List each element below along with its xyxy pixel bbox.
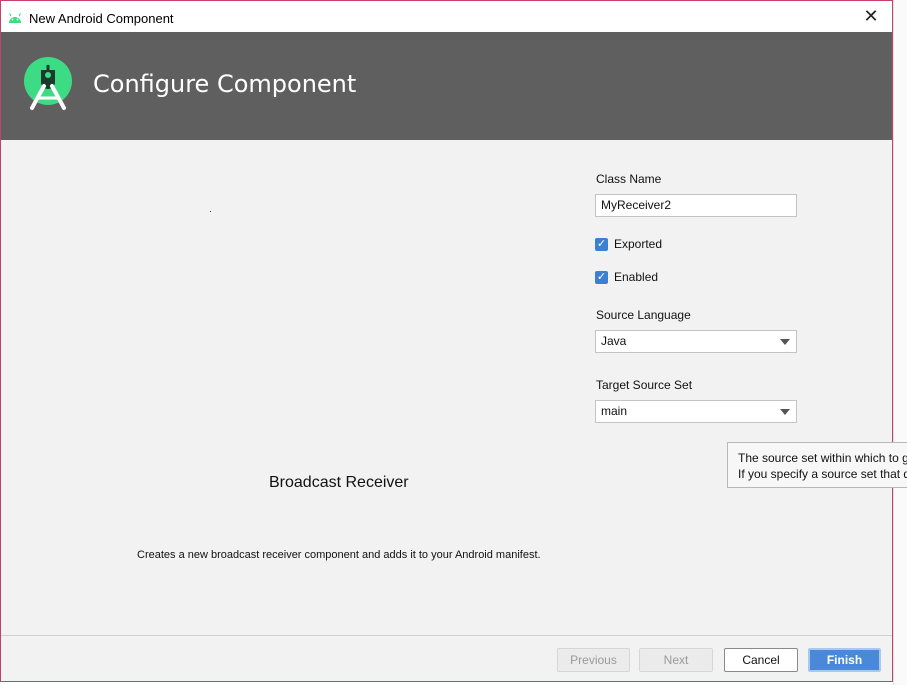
class-name-input[interactable]: MyReceiver2 <box>595 194 797 217</box>
tooltip-line-2: If you specify a source set that d <box>738 467 907 481</box>
target-source-set-value: main <box>601 404 628 418</box>
wizard-body: Broadcast Receiver Creates a new broadca… <box>1 140 892 635</box>
enabled-checkbox-row[interactable]: ✓ Enabled <box>595 270 658 284</box>
tooltip-line-1: The source set within which to g <box>738 451 907 465</box>
preview-image-placeholder <box>210 211 211 212</box>
new-android-component-dialog: New Android Component ✕ Configure Compon… <box>0 0 893 682</box>
source-set-tooltip: The source set within which to g If you … <box>727 442 907 488</box>
cancel-button[interactable]: Cancel <box>724 648 798 672</box>
exported-checkbox[interactable]: ✓ <box>595 237 608 251</box>
window-title: New Android Component <box>29 11 174 26</box>
footer-divider <box>1 635 892 636</box>
exported-label: Exported <box>614 237 663 251</box>
source-language-dropdown[interactable]: Java <box>595 330 797 353</box>
source-language-value: Java <box>601 334 627 348</box>
target-source-set-dropdown[interactable]: main <box>595 400 797 423</box>
exported-checkbox-row[interactable]: ✓ Exported <box>595 237 662 251</box>
next-button[interactable]: Next <box>639 648 713 672</box>
chevron-down-icon <box>780 409 790 415</box>
page-title: Configure Component <box>93 70 357 98</box>
android-icon <box>7 11 23 29</box>
previous-button[interactable]: Previous <box>557 648 630 672</box>
close-icon[interactable]: ✕ <box>860 5 882 27</box>
enabled-checkbox[interactable]: ✓ <box>595 270 608 284</box>
source-language-label: Source Language <box>596 308 691 322</box>
target-source-set-label: Target Source Set <box>596 378 693 392</box>
component-description: Creates a new broadcast receiver compone… <box>137 549 541 561</box>
background-window-strip <box>893 0 907 685</box>
chevron-down-icon <box>780 339 790 345</box>
component-name: Broadcast Receiver <box>269 474 409 491</box>
android-studio-logo-icon <box>23 56 73 115</box>
title-bar: New Android Component ✕ <box>1 1 892 32</box>
finish-button[interactable]: Finish <box>808 648 881 672</box>
class-name-label: Class Name <box>596 172 662 186</box>
enabled-label: Enabled <box>614 270 659 284</box>
wizard-header: Configure Component <box>1 32 892 140</box>
